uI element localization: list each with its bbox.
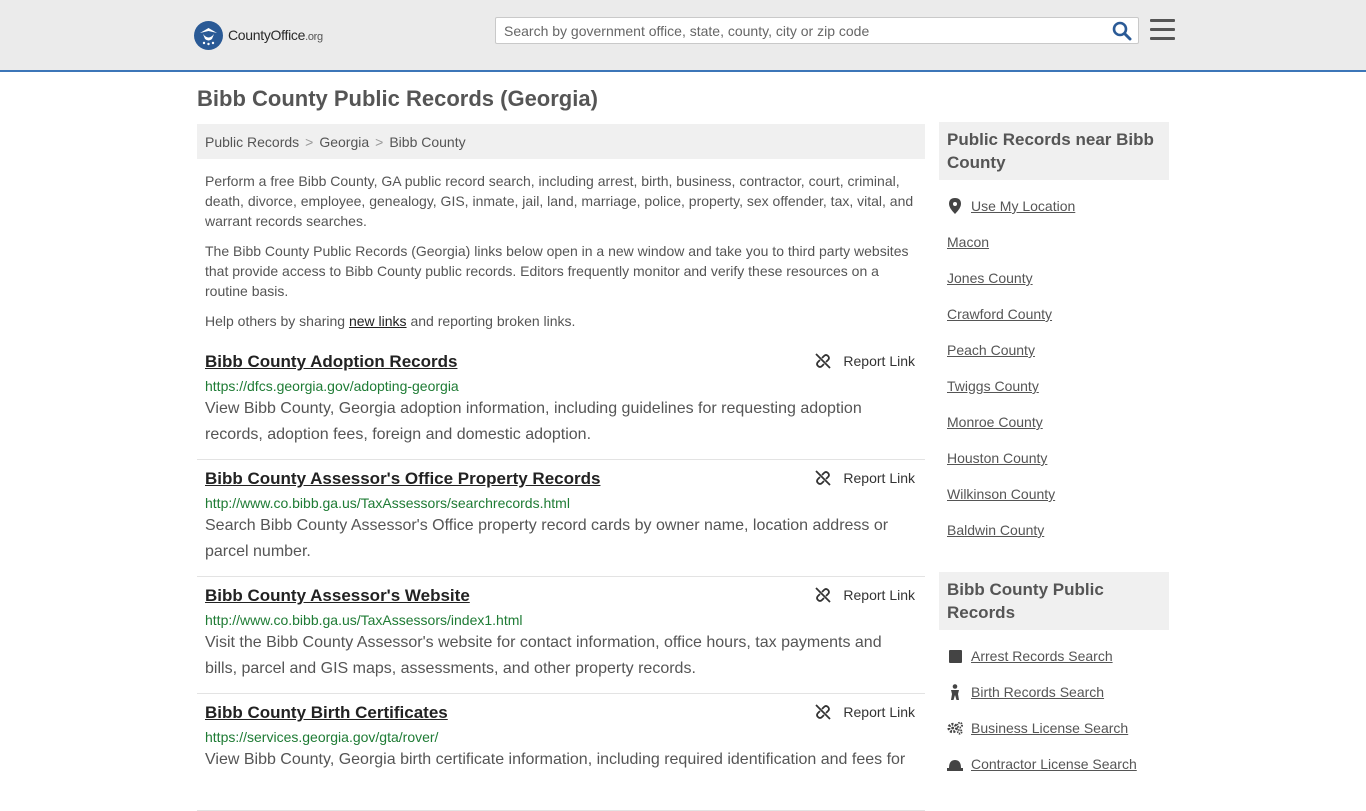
record-search-item[interactable]: Birth Records Search xyxy=(939,674,1169,710)
site-logo[interactable]: CountyOffice.org xyxy=(194,20,323,50)
record-item: Bibb County Adoption Records Report Link… xyxy=(197,343,925,460)
nearby-link[interactable]: Monroe County xyxy=(947,414,1043,430)
map-pin-icon xyxy=(947,198,963,214)
report-link-label: Report Link xyxy=(843,587,915,603)
square-icon xyxy=(947,648,963,664)
report-link-button[interactable]: Report Link xyxy=(815,704,915,720)
sidebar-nearby: Public Records near Bibb County Use My L… xyxy=(939,122,1169,548)
record-item: Bibb County Assessor's Website Report Li… xyxy=(197,577,925,694)
nearby-link[interactable]: Twiggs County xyxy=(947,378,1039,394)
breadcrumb-bibb-county[interactable]: Bibb County xyxy=(389,134,465,150)
hamburger-menu-icon[interactable] xyxy=(1150,19,1175,41)
broken-link-icon xyxy=(815,353,832,369)
report-link-label: Report Link xyxy=(843,704,915,720)
county-seal-icon xyxy=(194,20,223,50)
nearby-link[interactable]: Houston County xyxy=(947,450,1047,466)
report-link-button[interactable]: Report Link xyxy=(815,353,915,369)
nearby-item[interactable]: Monroe County xyxy=(939,404,1169,440)
record-item: Bibb County Birth Certificates Report Li… xyxy=(197,694,925,811)
record-search-item[interactable]: Business License Search xyxy=(939,710,1169,746)
record-search-list: Arrest Records Search Birth Records Sear… xyxy=(939,638,1169,782)
nearby-item[interactable]: Crawford County xyxy=(939,296,1169,332)
report-link-button[interactable]: Report Link xyxy=(815,587,915,603)
help-paragraph: Help others by sharing new links and rep… xyxy=(205,313,576,329)
use-location-link[interactable]: Use My Location xyxy=(971,198,1075,214)
nearby-item[interactable]: Baldwin County xyxy=(939,512,1169,548)
page-title: Bibb County Public Records (Georgia) xyxy=(197,86,598,111)
intro-paragraph: Perform a free Bibb County, GA public re… xyxy=(205,173,914,229)
record-url[interactable]: http://www.co.bibb.ga.us/TaxAssessors/se… xyxy=(205,495,917,511)
sidebar-records-title: Bibb County Public Records xyxy=(939,572,1169,630)
breadcrumb-georgia[interactable]: Georgia xyxy=(319,134,369,150)
sidebar-nearby-title: Public Records near Bibb County xyxy=(939,122,1169,180)
record-item: Bibb County Assessor's Office Property R… xyxy=(197,460,925,577)
nearby-link[interactable]: Macon xyxy=(947,234,989,250)
record-search-link[interactable]: Arrest Records Search xyxy=(971,648,1113,664)
report-link-label: Report Link xyxy=(843,353,915,369)
search-icon[interactable] xyxy=(1112,21,1132,41)
baby-icon xyxy=(947,684,963,700)
broken-link-icon xyxy=(815,587,832,603)
breadcrumb-public-records[interactable]: Public Records xyxy=(205,134,299,150)
nearby-link[interactable]: Wilkinson County xyxy=(947,486,1055,502)
nearby-item[interactable]: Jones County xyxy=(939,260,1169,296)
search-input[interactable] xyxy=(496,18,1104,43)
nearby-link[interactable]: Jones County xyxy=(947,270,1033,286)
gears-icon xyxy=(947,720,963,736)
record-search-link[interactable]: Business License Search xyxy=(971,720,1128,736)
sidebar-records: Bibb County Public Records Arrest Record… xyxy=(939,572,1169,782)
nearby-link[interactable]: Baldwin County xyxy=(947,522,1044,538)
broken-link-icon xyxy=(815,470,832,486)
record-title-link[interactable]: Bibb County Adoption Records xyxy=(205,352,457,372)
use-location-item[interactable]: Use My Location xyxy=(939,188,1169,224)
record-description: View Bibb County, Georgia adoption infor… xyxy=(205,400,862,443)
record-url[interactable]: https://dfcs.georgia.gov/adopting-georgi… xyxy=(205,378,917,394)
intro-paragraph: The Bibb County Public Records (Georgia)… xyxy=(205,243,909,299)
nearby-item[interactable]: Twiggs County xyxy=(939,368,1169,404)
breadcrumb: Public Records > Georgia > Bibb County xyxy=(197,124,925,159)
nearby-item[interactable]: Peach County xyxy=(939,332,1169,368)
breadcrumb-separator: > xyxy=(305,134,314,150)
report-link-label: Report Link xyxy=(843,470,915,486)
record-search-item[interactable]: Contractor License Search xyxy=(939,746,1169,782)
logo-text: CountyOffice.org xyxy=(228,27,323,43)
hardhat-icon xyxy=(947,756,963,772)
report-link-button[interactable]: Report Link xyxy=(815,470,915,486)
record-url[interactable]: https://services.georgia.gov/gta/rover/ xyxy=(205,729,917,745)
nearby-item[interactable]: Macon xyxy=(939,224,1169,260)
record-description: Search Bibb County Assessor's Office pro… xyxy=(205,517,889,560)
nearby-link[interactable]: Peach County xyxy=(947,342,1035,358)
broken-link-icon xyxy=(815,704,832,720)
new-links-link[interactable]: new links xyxy=(349,313,407,329)
nearby-list: Use My Location Macon Jones County Crawf… xyxy=(939,188,1169,548)
record-url[interactable]: http://www.co.bibb.ga.us/TaxAssessors/in… xyxy=(205,612,917,628)
nearby-item[interactable]: Houston County xyxy=(939,440,1169,476)
record-title-link[interactable]: Bibb County Assessor's Office Property R… xyxy=(205,469,600,489)
records-list: Bibb County Adoption Records Report Link… xyxy=(197,343,925,811)
nearby-link[interactable]: Crawford County xyxy=(947,306,1052,322)
record-search-link[interactable]: Birth Records Search xyxy=(971,684,1104,700)
top-bar: CountyOffice.org xyxy=(0,0,1366,72)
record-title-link[interactable]: Bibb County Birth Certificates xyxy=(205,703,448,723)
breadcrumb-separator: > xyxy=(375,134,384,150)
record-description: View Bibb County, Georgia birth certific… xyxy=(205,751,906,768)
record-description: Visit the Bibb County Assessor's website… xyxy=(205,634,882,677)
nearby-item[interactable]: Wilkinson County xyxy=(939,476,1169,512)
intro-text: Perform a free Bibb County, GA public re… xyxy=(205,171,920,341)
record-search-item[interactable]: Arrest Records Search xyxy=(939,638,1169,674)
record-title-link[interactable]: Bibb County Assessor's Website xyxy=(205,586,470,606)
search-box xyxy=(495,17,1139,44)
record-search-link[interactable]: Contractor License Search xyxy=(971,756,1137,772)
